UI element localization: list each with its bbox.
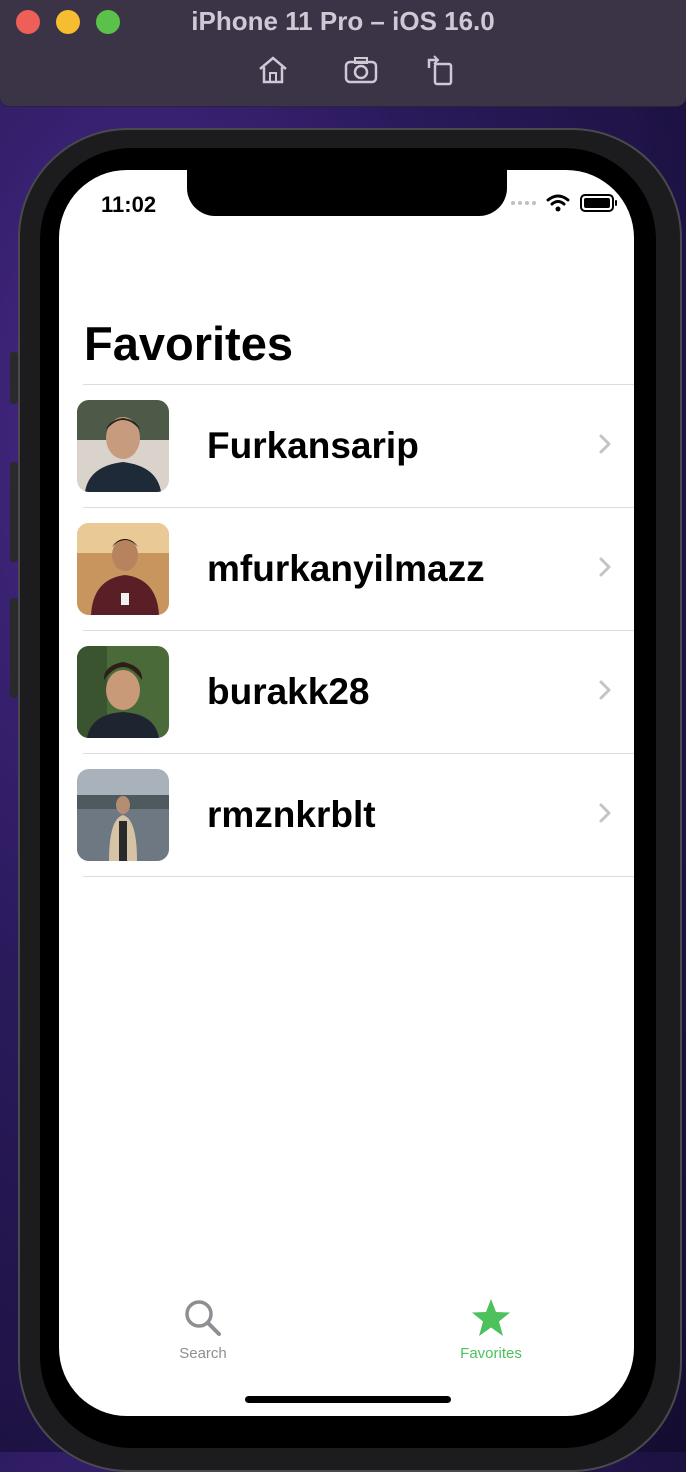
simulator-title-bar: iPhone 11 Pro – iOS 16.0 (0, 0, 686, 107)
star-icon (472, 1299, 510, 1336)
cellular-dots-icon (511, 201, 536, 205)
volume-down-button (10, 598, 18, 698)
username-label: Furkansarip (207, 425, 419, 466)
avatar (77, 523, 169, 615)
chevron-right-icon (599, 434, 611, 454)
home-icon[interactable] (255, 52, 291, 88)
avatar (77, 646, 169, 738)
favorite-row[interactable]: rmznkrblt (77, 753, 634, 876)
username-label: burakk28 (207, 671, 370, 712)
favorites-list: Furkansarip mfurkanyilmazz burakk28 rmzn… (59, 384, 634, 877)
search-icon (185, 1300, 221, 1336)
chevron-right-icon (599, 803, 611, 823)
avatar (77, 400, 169, 492)
rotate-icon[interactable] (422, 52, 458, 88)
volume-up-button (10, 462, 18, 562)
tab-search[interactable]: Search (143, 1298, 263, 1362)
screenshot-icon[interactable] (343, 52, 379, 88)
wifi-icon (546, 194, 570, 212)
status-time: 11:02 (101, 192, 157, 217)
tab-bar: Search Favorites (59, 1290, 634, 1370)
notch (187, 170, 507, 216)
battery-icon (580, 194, 617, 212)
username-label: rmznkrblt (207, 794, 376, 835)
chevron-right-icon (599, 557, 611, 577)
favorite-row[interactable]: burakk28 (77, 630, 634, 753)
username-label: mfurkanyilmazz (207, 548, 485, 589)
chevron-right-icon (599, 680, 611, 700)
tab-search-label: Search (179, 1345, 227, 1362)
tab-favorites[interactable]: Favorites (431, 1298, 551, 1362)
phone-screen: 11:02 Favorites Furkansarip mfurkanyilma… (59, 170, 634, 1416)
divider (83, 876, 634, 877)
status-icons (511, 194, 617, 212)
home-indicator (245, 1396, 451, 1403)
window-title: iPhone 11 Pro – iOS 16.0 (191, 6, 495, 36)
mute-switch (10, 352, 18, 404)
favorite-row[interactable]: Furkansarip (59, 385, 634, 507)
page-title: Favorites (84, 317, 293, 370)
tab-favorites-label: Favorites (460, 1345, 522, 1362)
avatar (77, 769, 169, 861)
favorite-row[interactable]: mfurkanyilmazz (77, 507, 634, 630)
